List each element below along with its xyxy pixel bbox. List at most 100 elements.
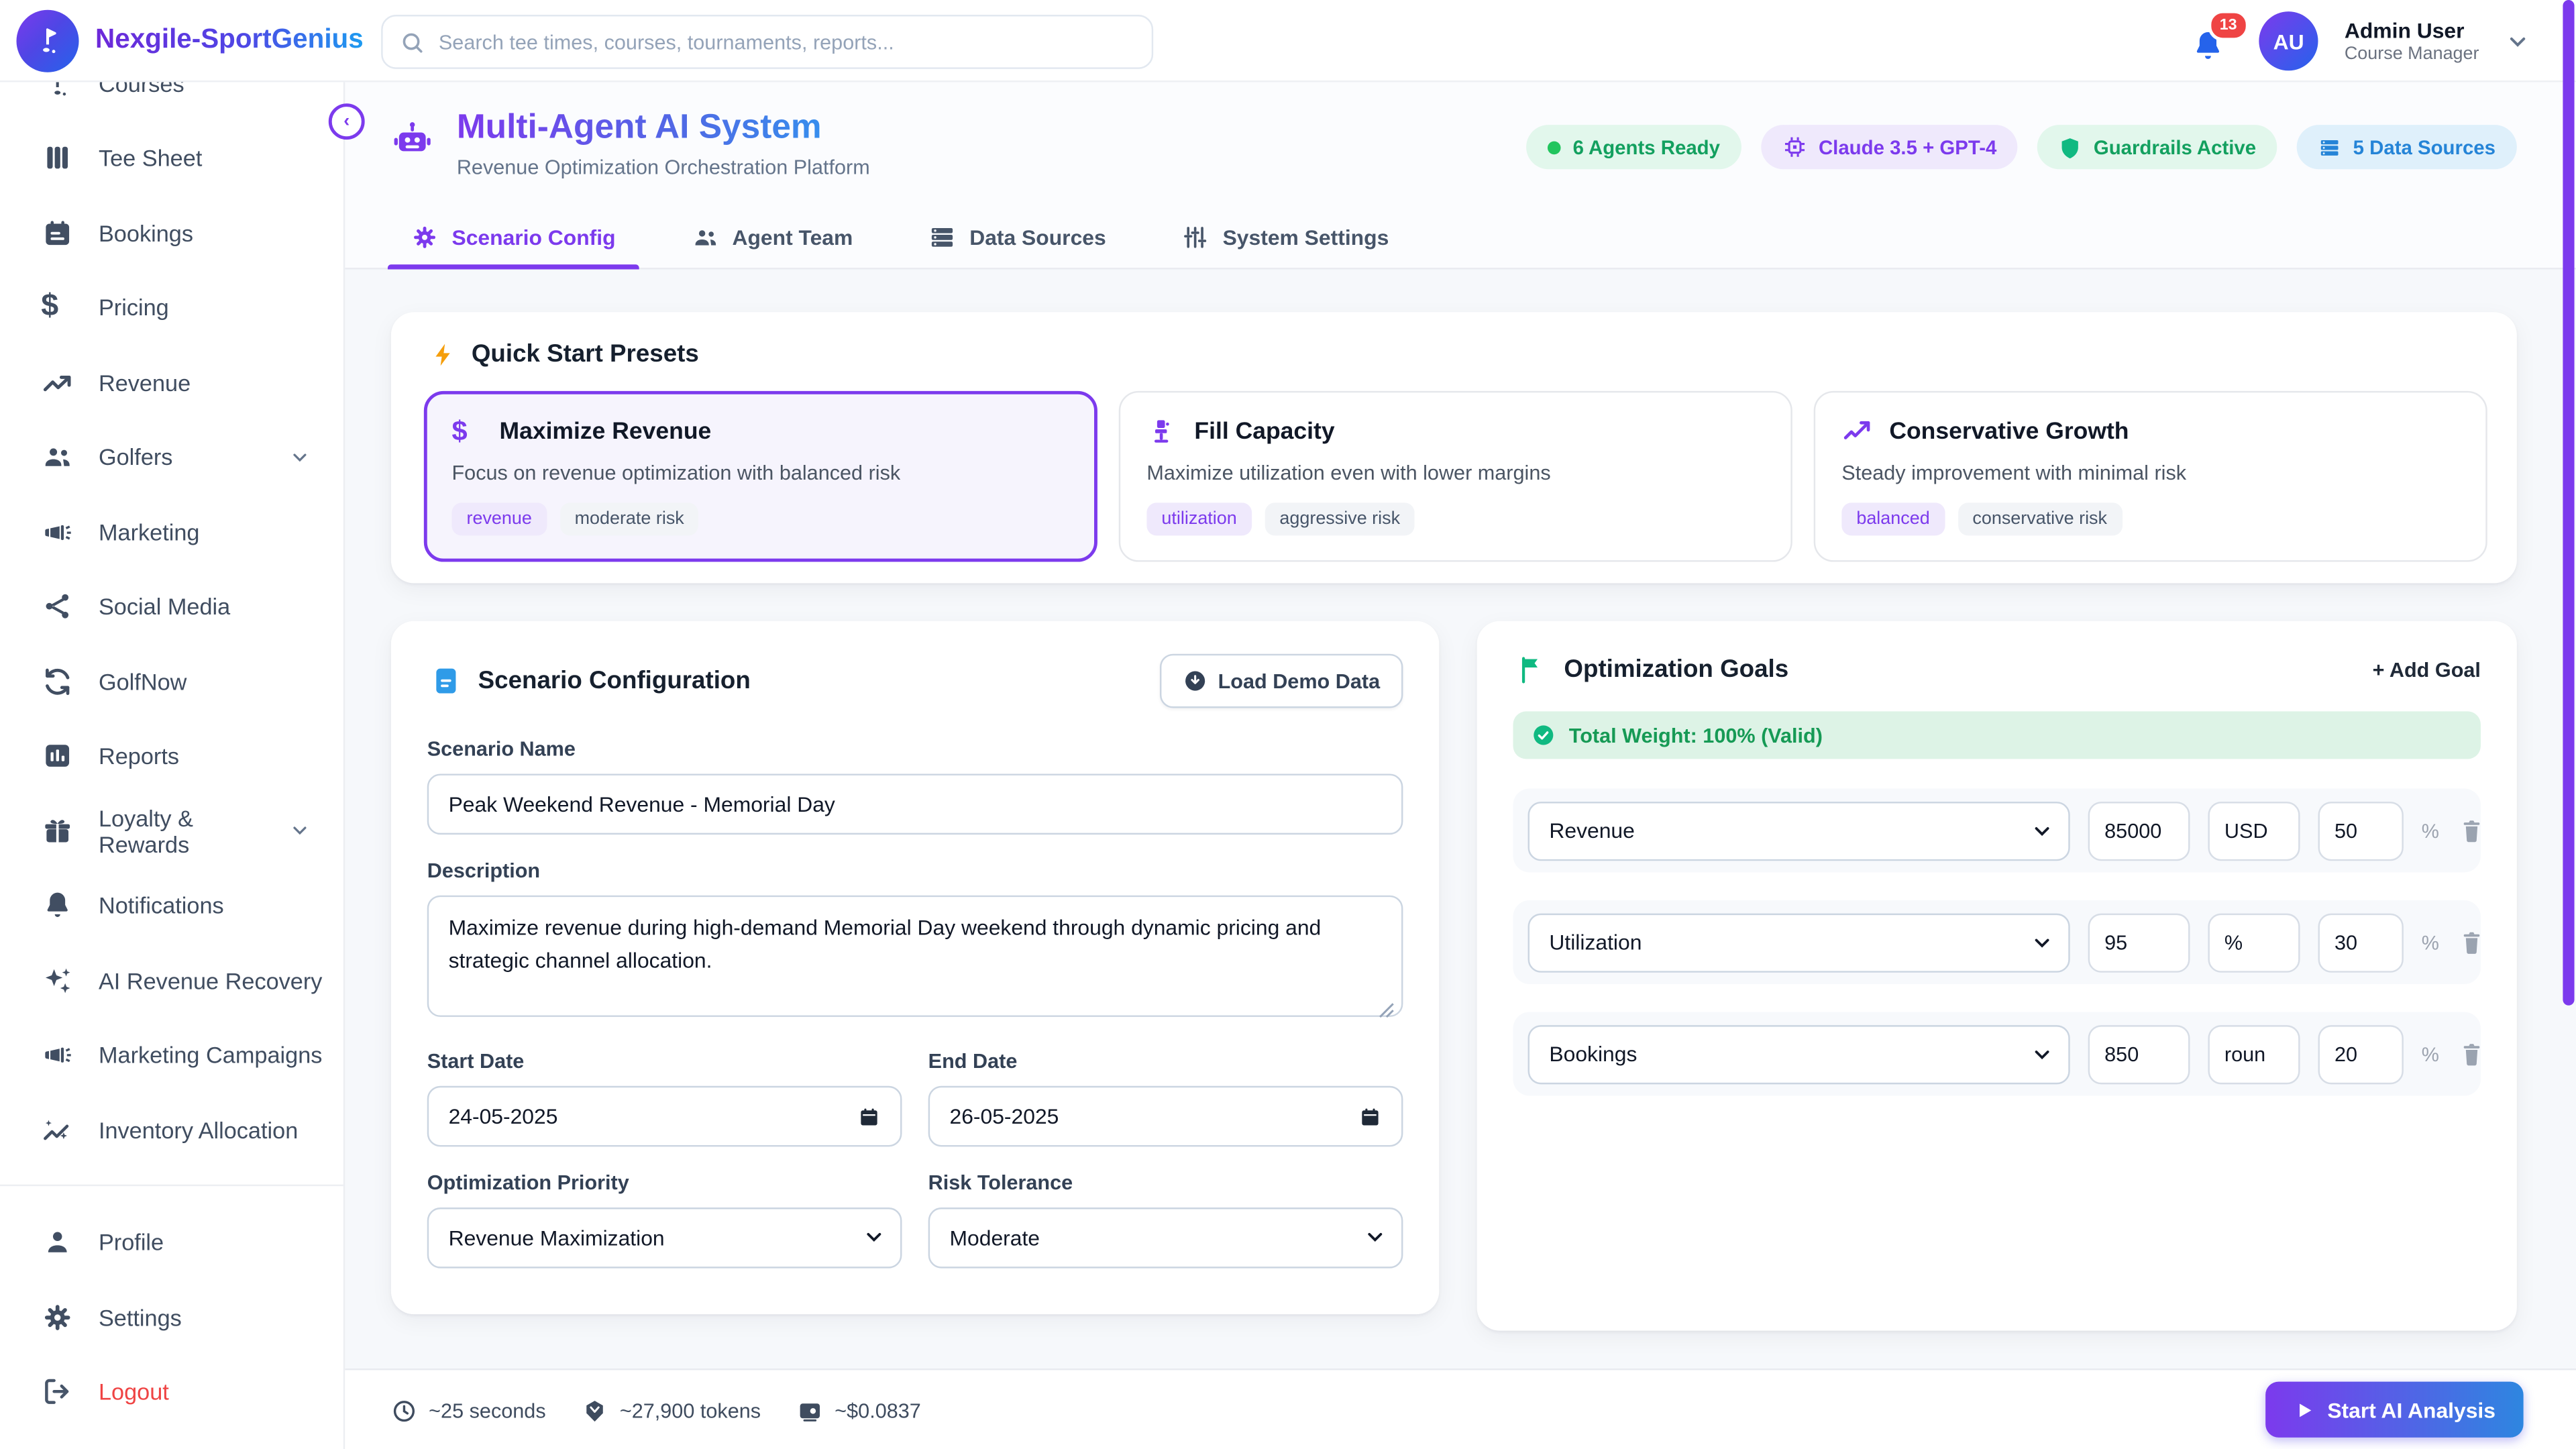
columns-icon bbox=[41, 142, 74, 174]
notifications-button[interactable]: 13 bbox=[2190, 16, 2233, 65]
risk-tolerance-select[interactable]: Moderate bbox=[928, 1208, 1403, 1269]
goal-unit-input[interactable] bbox=[2208, 912, 2300, 971]
sidebar-item-golfnow[interactable]: GolfNow bbox=[0, 644, 343, 718]
trash-icon[interactable] bbox=[2457, 816, 2485, 845]
goal-metric-select[interactable]: Bookings bbox=[1528, 1024, 2070, 1083]
sidebar-item-label: Settings bbox=[99, 1304, 182, 1330]
resize-grip-icon[interactable] bbox=[1379, 1002, 1395, 1018]
trash-icon[interactable] bbox=[2457, 928, 2485, 957]
sparkles-icon bbox=[41, 964, 74, 997]
sidebar-item-ai-revenue-recovery[interactable]: AI Revenue Recovery bbox=[0, 943, 343, 1018]
megaphone-icon bbox=[41, 515, 74, 548]
sidebar-item-settings[interactable]: Settings bbox=[0, 1280, 343, 1354]
preset-fill-capacity[interactable]: Fill Capacity Maximize utilization even … bbox=[1119, 391, 1792, 562]
goal-weight-input[interactable] bbox=[2318, 1024, 2404, 1083]
goal-weight-input[interactable] bbox=[2318, 801, 2404, 860]
search-bar[interactable] bbox=[381, 15, 1153, 69]
content: Quick Start Presets $ Maximize Revenue F… bbox=[345, 270, 2576, 1368]
goal-metric-select[interactable]: Utilization bbox=[1528, 912, 2070, 971]
sidebar-item-label: AI Revenue Recovery bbox=[99, 967, 323, 994]
sidebar-item-loyalty[interactable]: Loyalty & Rewards bbox=[0, 794, 343, 868]
sidebar-item-pricing[interactable]: $ Pricing bbox=[0, 270, 343, 345]
brand-name: Nexgile-SportGenius bbox=[95, 25, 364, 56]
sidebar-item-marketing-campaigns[interactable]: Marketing Campaigns bbox=[0, 1018, 343, 1092]
start-date-label: Start Date bbox=[427, 1050, 902, 1073]
add-goal-button[interactable]: + Add Goal bbox=[2373, 658, 2481, 681]
sidebar-item-label: Loyalty & Rewards bbox=[99, 804, 264, 857]
goal-target-input[interactable] bbox=[2088, 1024, 2190, 1083]
goal-row-utilization: Utilization % bbox=[1513, 900, 2481, 984]
preset-conservative-growth[interactable]: Conservative Growth Steady improvement w… bbox=[1814, 391, 2487, 562]
sidebar-item-golfers[interactable]: Golfers bbox=[0, 420, 343, 494]
share-icon bbox=[41, 590, 74, 623]
start-ai-analysis-button[interactable]: Start AI Analysis bbox=[2265, 1382, 2523, 1438]
tab-data-sources[interactable]: Data Sources bbox=[928, 210, 1106, 268]
user-meta: Admin User Course Manager bbox=[2345, 18, 2479, 64]
goal-row-revenue: Revenue % bbox=[1513, 789, 2481, 873]
avatar[interactable]: AU bbox=[2259, 11, 2318, 70]
chevron-down-icon[interactable] bbox=[2506, 29, 2530, 54]
logout-icon bbox=[41, 1375, 74, 1408]
end-date-input[interactable]: 26-05-2025 bbox=[928, 1086, 1403, 1147]
tab-scenario-config[interactable]: Scenario Config bbox=[411, 210, 615, 268]
end-date-label: End Date bbox=[928, 1050, 1403, 1073]
goal-unit-input[interactable] bbox=[2208, 801, 2300, 860]
panel-title: Scenario Configuration bbox=[478, 667, 751, 695]
status-badge-agents: 6 Agents Ready bbox=[1527, 125, 1741, 169]
sidebar-item-social-media[interactable]: Social Media bbox=[0, 570, 343, 644]
sidebar-item-label: Inventory Allocation bbox=[99, 1117, 298, 1143]
sidebar-collapse-button[interactable]: ‹ bbox=[329, 103, 365, 140]
sidebar-item-notifications[interactable]: Notifications bbox=[0, 868, 343, 943]
trash-icon[interactable] bbox=[2457, 1040, 2485, 1068]
sidebar-item-marketing[interactable]: Marketing bbox=[0, 494, 343, 569]
goal-target-input[interactable] bbox=[2088, 912, 2190, 971]
sidebar-item-bookings[interactable]: Bookings bbox=[0, 195, 343, 270]
users-icon bbox=[41, 441, 74, 474]
tab-system-settings[interactable]: System Settings bbox=[1181, 210, 1389, 268]
document-icon bbox=[431, 665, 462, 697]
scenario-name-input[interactable] bbox=[427, 773, 1403, 835]
sidebar-item-tee-sheet[interactable]: Tee Sheet bbox=[0, 121, 343, 195]
robot-icon bbox=[391, 118, 434, 161]
brand[interactable]: Nexgile-SportGenius bbox=[0, 9, 345, 71]
calendar-icon[interactable] bbox=[857, 1105, 880, 1128]
search-icon bbox=[399, 29, 425, 55]
estimated-cost: ~$0.0837 bbox=[797, 1397, 921, 1424]
goal-target-input[interactable] bbox=[2088, 801, 2190, 860]
preset-tag: revenue bbox=[451, 502, 546, 535]
sidebar-item-label: Marketing bbox=[99, 519, 200, 545]
optimization-priority-select[interactable]: Revenue Maximization bbox=[427, 1208, 902, 1269]
percent-label: % bbox=[2422, 819, 2439, 842]
cost-icon bbox=[797, 1397, 823, 1424]
search-input[interactable] bbox=[439, 30, 1135, 53]
preset-tag: conservative risk bbox=[1957, 502, 2122, 535]
start-date-input[interactable]: 24-05-2025 bbox=[427, 1086, 902, 1147]
page-title: Multi-Agent AI System bbox=[457, 109, 870, 148]
bell-icon bbox=[41, 890, 74, 922]
sidebar-item-logout[interactable]: Logout bbox=[0, 1354, 343, 1429]
calendar-icon[interactable] bbox=[1358, 1105, 1381, 1128]
goal-metric-select[interactable]: Revenue bbox=[1528, 801, 2070, 860]
sidebar-item-inventory-allocation[interactable]: Inventory Allocation bbox=[0, 1093, 343, 1167]
goal-weight-input[interactable] bbox=[2318, 912, 2404, 971]
trending-up-icon bbox=[1841, 416, 1873, 447]
preset-tag: moderate risk bbox=[560, 502, 699, 535]
preset-maximize-revenue[interactable]: $ Maximize Revenue Focus on revenue opti… bbox=[424, 391, 1097, 562]
goal-unit-input[interactable] bbox=[2208, 1024, 2300, 1083]
sidebar-item-reports[interactable]: Reports bbox=[0, 718, 343, 793]
sidebar-divider bbox=[0, 1183, 343, 1185]
vertical-scrollbar-thumb[interactable] bbox=[2563, 0, 2574, 1006]
optimization-goals-card: Optimization Goals + Add Goal Total Weig… bbox=[1477, 621, 2517, 1331]
sidebar-item-profile[interactable]: Profile bbox=[0, 1205, 343, 1279]
calendar-icon bbox=[41, 217, 74, 250]
tab-agent-team[interactable]: Agent Team bbox=[691, 210, 853, 268]
status-badge-models: Claude 3.5 + GPT-4 bbox=[1761, 125, 2018, 169]
notification-count-badge: 13 bbox=[2208, 10, 2249, 42]
list-icon bbox=[2318, 136, 2341, 158]
sidebar-item-label: Profile bbox=[99, 1229, 164, 1255]
status-badge-data-sources: 5 Data Sources bbox=[2297, 125, 2516, 169]
sidebar-item-revenue[interactable]: Revenue bbox=[0, 345, 343, 419]
description-textarea[interactable]: Maximize revenue during high-demand Memo… bbox=[427, 896, 1403, 1017]
load-demo-data-button[interactable]: Load Demo Data bbox=[1161, 654, 1403, 708]
estimated-time: ~25 seconds bbox=[391, 1397, 546, 1424]
